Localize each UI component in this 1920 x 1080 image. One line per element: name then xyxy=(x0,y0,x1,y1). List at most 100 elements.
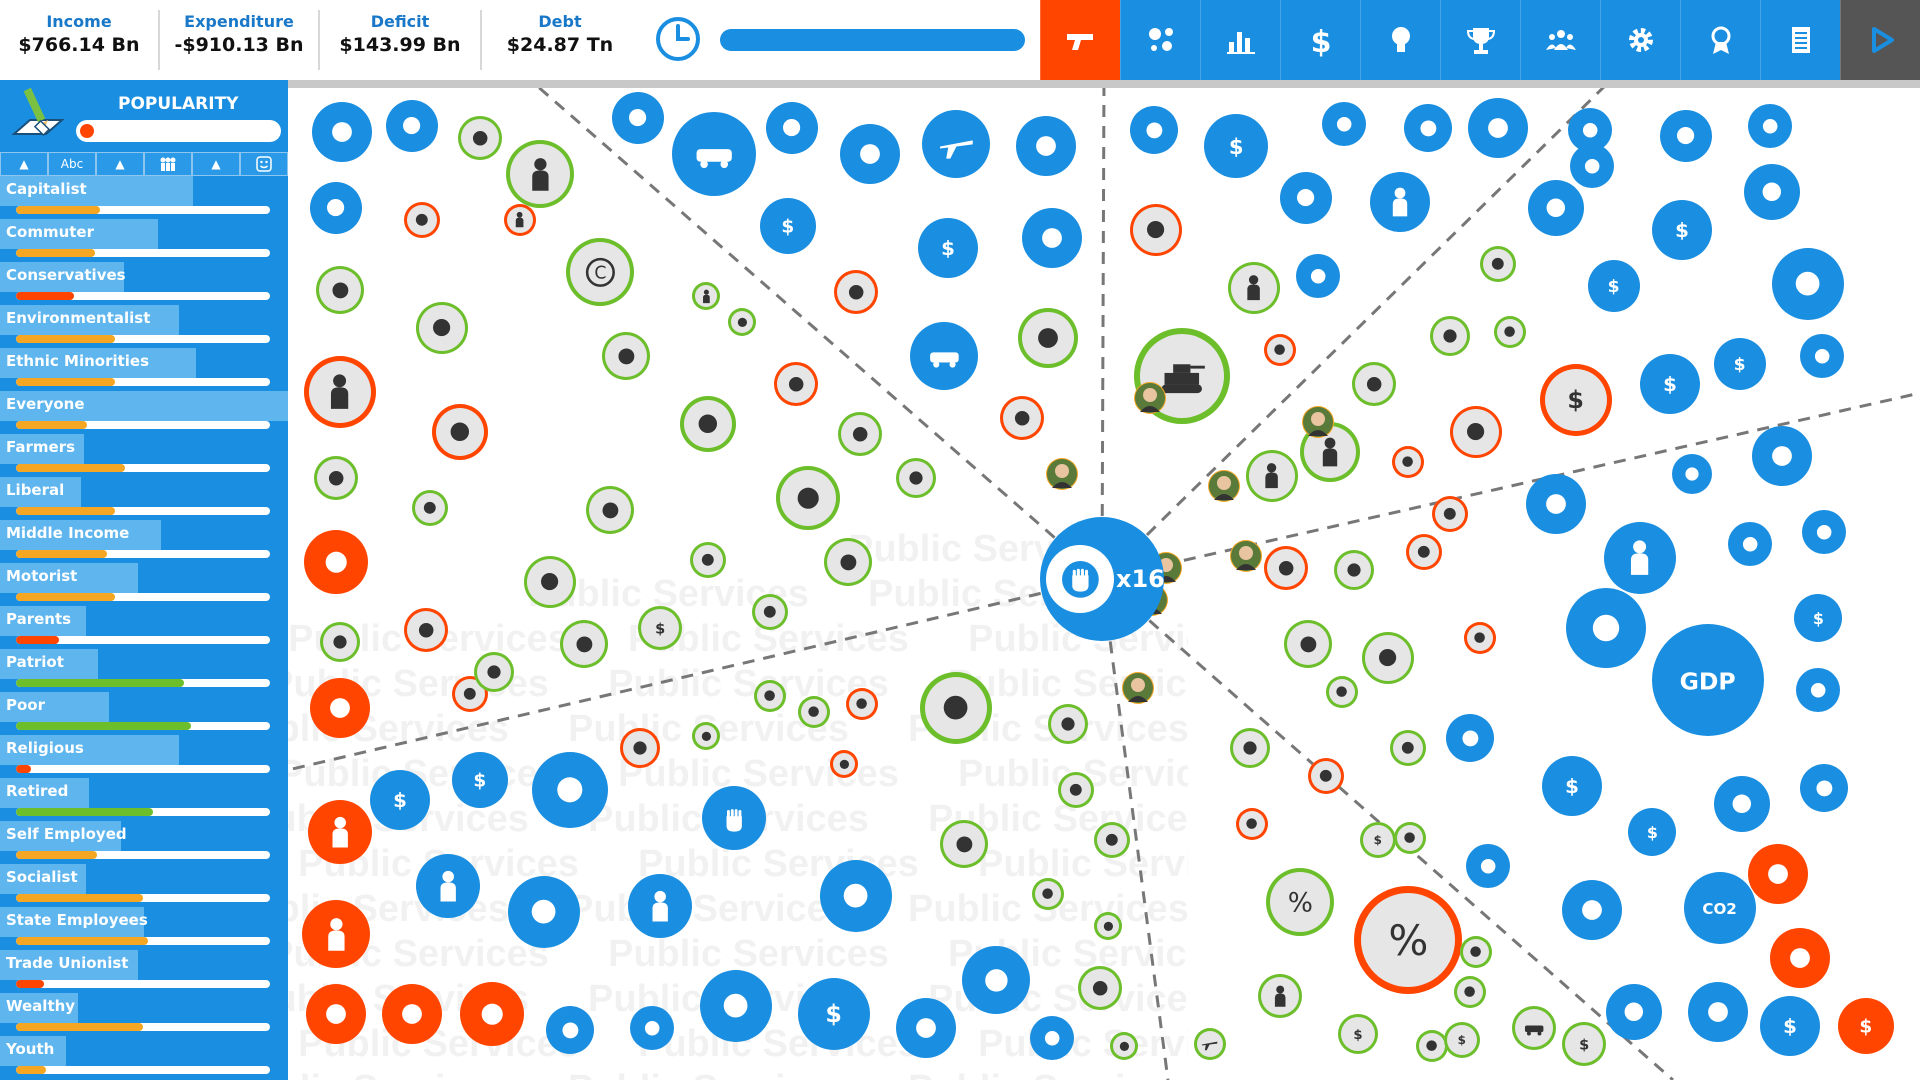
policy-node-book-people[interactable] xyxy=(920,672,992,744)
policy-node-camera[interactable] xyxy=(1526,474,1586,534)
policy-node-wine[interactable] xyxy=(316,266,364,314)
policy-node-coins[interactable] xyxy=(1802,510,1846,554)
policy-node-microscope[interactable] xyxy=(754,680,786,712)
policy-node-water-plus[interactable] xyxy=(840,124,900,184)
policy-node-tools[interactable] xyxy=(1390,730,1426,766)
policy-node-person-lock[interactable] xyxy=(1258,974,1302,1018)
policy-node-gavel[interactable] xyxy=(524,556,576,608)
policy-node-yin-yang[interactable] xyxy=(776,466,840,530)
policy-node-plane[interactable] xyxy=(922,110,990,178)
voter-group-row[interactable]: Motorist xyxy=(0,563,288,606)
policy-node-couple[interactable] xyxy=(382,984,442,1044)
policy-node-bottles[interactable] xyxy=(1430,316,1470,356)
minister-portrait[interactable] xyxy=(1122,672,1154,704)
policy-node-chart-line[interactable] xyxy=(1672,454,1712,494)
sort-size-button[interactable]: ▲ xyxy=(96,152,144,176)
policy-node-medic-dollar[interactable]: $ xyxy=(1652,200,1712,260)
policy-node-sprinkle[interactable] xyxy=(834,270,878,314)
debt-stat[interactable]: Debt $24.87 Tn xyxy=(482,0,638,80)
policy-node-network[interactable] xyxy=(1404,104,1452,152)
deficit-stat[interactable]: Deficit $143.99 Bn xyxy=(320,0,480,80)
policy-node-vote[interactable] xyxy=(1528,180,1584,236)
policy-node-phone[interactable] xyxy=(728,308,756,336)
policy-node-lightning[interactable] xyxy=(1264,546,1308,590)
policy-node-train[interactable] xyxy=(1022,208,1082,268)
policy-node-doctor[interactable] xyxy=(302,900,370,968)
policy-node-money-bag[interactable]: $ xyxy=(638,606,682,650)
policy-node-documents[interactable] xyxy=(1032,878,1064,910)
policy-node-hospital-people[interactable] xyxy=(508,876,580,948)
policy-node-stamp[interactable] xyxy=(1450,406,1502,458)
policy-node-map[interactable] xyxy=(1322,102,1366,146)
voter-group-row[interactable]: Poor xyxy=(0,692,288,735)
center-fist-node[interactable]: x16 xyxy=(1040,517,1164,641)
policy-node-crane[interactable] xyxy=(1284,620,1332,668)
policy-node-boat[interactable] xyxy=(1000,396,1044,440)
policy-node-atom[interactable] xyxy=(846,688,878,720)
policy-node-house-plus[interactable] xyxy=(460,982,524,1046)
sort-mood-button[interactable]: ▲ xyxy=(192,152,240,176)
minister-portrait[interactable] xyxy=(1134,382,1166,414)
policy-node-cooling-tower[interactable] xyxy=(1326,676,1358,708)
policy-node-equal[interactable] xyxy=(1744,164,1800,220)
policy-node-car[interactable] xyxy=(672,112,756,196)
policy-node-monitor-gear[interactable] xyxy=(1566,588,1646,668)
policy-node-robot-arm[interactable] xyxy=(1728,522,1772,566)
voter-group-row[interactable]: Retired xyxy=(0,778,288,821)
policy-node-person-plus[interactable] xyxy=(1370,172,1430,232)
policy-node-bulb-plus[interactable] xyxy=(1714,776,1770,832)
policy-node-camera[interactable] xyxy=(314,456,358,500)
policy-node-no-car[interactable] xyxy=(612,92,664,144)
voter-group-row[interactable]: State Employees xyxy=(0,907,288,950)
voter-group-row[interactable]: Self Employed xyxy=(0,821,288,864)
policy-node-plane[interactable] xyxy=(1194,1028,1226,1060)
policy-node-apple-dollar[interactable]: $ xyxy=(370,770,430,830)
policy-node-medic-dollar[interactable]: $ xyxy=(1338,1014,1378,1054)
policy-node-houses[interactable] xyxy=(1352,362,1396,406)
policy-node-globe[interactable] xyxy=(404,202,440,238)
policy-node-car[interactable] xyxy=(1512,1006,1556,1050)
policy-node-microscope[interactable] xyxy=(830,750,858,778)
policy-node-no-smoking[interactable] xyxy=(1480,246,1516,282)
policy-node-family[interactable] xyxy=(1454,976,1486,1008)
sort-smiley-button[interactable] xyxy=(240,152,288,176)
policy-node-illness[interactable] xyxy=(304,530,368,594)
policy-node-cane[interactable] xyxy=(312,102,372,162)
policy-node-gun[interactable] xyxy=(474,652,514,692)
policy-node-document[interactable] xyxy=(1464,622,1496,654)
minister-portrait[interactable] xyxy=(1208,470,1240,502)
policy-node-police[interactable] xyxy=(1228,262,1280,314)
policy-node-pylon-dollar[interactable]: $ xyxy=(1628,808,1676,856)
voter-group-row[interactable]: Environmentalist xyxy=(0,305,288,348)
policy-node-wifi[interactable] xyxy=(1606,984,1662,1040)
policy-node-factory[interactable] xyxy=(1362,632,1414,684)
policy-node-no-dollar[interactable]: $ xyxy=(1714,338,1766,390)
policy-node-gavel[interactable] xyxy=(1048,704,1088,744)
voter-group-row[interactable]: Capitalist xyxy=(0,176,288,219)
policy-node-plant-warning[interactable] xyxy=(1748,844,1808,904)
toolbar-cluster-button[interactable] xyxy=(1120,0,1200,80)
voter-group-row[interactable]: Religious xyxy=(0,735,288,778)
policy-node-wine[interactable] xyxy=(1416,1030,1448,1062)
policy-node-gun-hand[interactable] xyxy=(680,396,736,452)
policy-node-stroller[interactable] xyxy=(838,412,882,456)
policy-node-cow[interactable] xyxy=(1078,966,1122,1010)
policy-node-robot[interactable] xyxy=(320,622,360,662)
policy-node-coins[interactable] xyxy=(1796,668,1840,712)
policy-node-person-dollar[interactable]: $ xyxy=(1360,822,1396,858)
voter-group-row[interactable]: Parents xyxy=(0,606,288,649)
policy-node-sleep[interactable] xyxy=(1562,880,1622,940)
policy-node-masks[interactable] xyxy=(1110,1032,1138,1060)
policy-node-syringe[interactable] xyxy=(560,620,608,668)
policy-node-trophy-gold[interactable] xyxy=(962,946,1030,1014)
policy-node-cloud[interactable] xyxy=(1770,928,1830,988)
policy-node-newspaper[interactable] xyxy=(306,984,366,1044)
policy-node-school-dollar[interactable]: $ xyxy=(798,978,870,1050)
policy-node-ship[interactable] xyxy=(1280,172,1332,224)
policy-node-globe[interactable] xyxy=(1468,98,1528,158)
policy-node-paint[interactable] xyxy=(1460,936,1492,968)
voter-group-row[interactable]: Youth xyxy=(0,1036,288,1079)
policy-node-dollar-arrows[interactable]: $ xyxy=(1444,1022,1480,1058)
policy-node-coins[interactable] xyxy=(1800,764,1848,812)
policy-node-dollar-elder[interactable]: $ xyxy=(1794,594,1842,642)
